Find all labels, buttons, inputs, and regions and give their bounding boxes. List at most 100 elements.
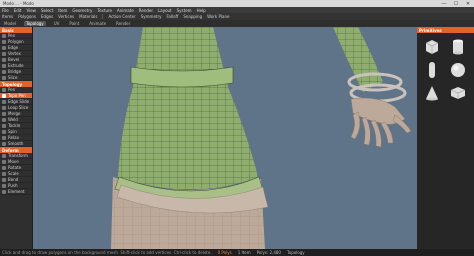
tool-label: Pen — [8, 87, 16, 92]
bevel-icon — [2, 57, 6, 62]
edge-icon — [2, 45, 6, 50]
tool-label: Smooth — [8, 141, 24, 146]
primitives-panel: Primitives — [417, 27, 474, 249]
menu-geometry[interactable]: Geometry — [72, 8, 92, 13]
menu-view[interactable]: View — [26, 8, 36, 13]
tool-label: Vertex — [8, 51, 21, 56]
cone-icon[interactable] — [421, 82, 443, 103]
menu-edit[interactable]: Edit — [14, 8, 22, 13]
tool-label: Push — [8, 183, 18, 188]
mode-indicator: Topology — [286, 250, 305, 255]
close-button[interactable]: ✕ — [462, 1, 474, 7]
weld-icon — [2, 117, 6, 122]
layout-tabs: Model Topology UV Paint Animate Render — [0, 20, 474, 27]
tool-label: Topo Pen — [8, 93, 26, 98]
tool-label: Polygon — [8, 39, 24, 44]
cube-icon[interactable] — [421, 36, 443, 57]
items-mode-button[interactable]: Items — [2, 14, 13, 19]
sphere-icon[interactable] — [447, 59, 469, 80]
tool-label: Rotate — [8, 165, 22, 170]
scale-icon — [2, 171, 6, 176]
menu-item[interactable]: Item — [58, 8, 67, 13]
window-title: Modo ... - Modo — [3, 1, 34, 6]
edge-slide-icon — [2, 99, 6, 104]
pen-icon — [2, 33, 6, 38]
snapping-button[interactable]: Snapping — [183, 14, 202, 19]
topo-pen-icon — [2, 93, 6, 98]
menu-select[interactable]: Select — [41, 8, 53, 13]
tool-label: Scale — [8, 171, 19, 176]
menu-file[interactable]: File — [2, 8, 9, 13]
3d-viewport[interactable] — [33, 27, 417, 249]
tool-label: Bridge — [8, 69, 22, 74]
rotate-icon — [2, 165, 6, 170]
tool-label: Loop Slice — [8, 105, 29, 110]
status-bar: Click and drag to draw polygons on the b… — [0, 249, 474, 256]
falloff-button[interactable]: Falloff — [167, 14, 179, 19]
tab-uv[interactable]: UV — [52, 21, 62, 26]
bend-icon — [2, 177, 6, 182]
arm-mesh[interactable] — [333, 27, 407, 103]
merge-icon — [2, 111, 6, 116]
tab-topology[interactable]: Topology — [24, 21, 46, 26]
slice-icon — [2, 75, 6, 80]
tab-paint[interactable]: Paint — [67, 21, 81, 26]
tool-label: Weld — [8, 117, 18, 122]
menu-texture[interactable]: Texture — [97, 8, 112, 13]
mesh-scene[interactable] — [33, 27, 417, 249]
tool-label: Slice — [8, 75, 18, 80]
tool-label: Transform — [8, 153, 28, 158]
smooth-icon — [2, 141, 6, 146]
item-count: 1 Item — [237, 250, 251, 255]
primitive-grid — [417, 33, 474, 106]
tool-label: Element — [8, 189, 25, 194]
menu-render[interactable]: Render — [139, 8, 153, 13]
toolbar-divider — [102, 14, 104, 19]
tool-label: Spin — [8, 129, 17, 134]
polygons-mode-button[interactable]: Polygons — [18, 14, 36, 19]
selection-toolbar: Items Polygons Edges Vertices Materials … — [0, 13, 474, 20]
tool-label: Relax — [8, 135, 19, 140]
status-hint: Click and drag to draw polygons on the b… — [2, 250, 212, 255]
work-plane-button[interactable]: Work Plane — [207, 14, 229, 19]
tool-label: Move — [8, 159, 19, 164]
box-icon[interactable] — [447, 82, 469, 103]
tool-label: Merge — [8, 111, 21, 116]
push-icon — [2, 183, 6, 188]
tackle-icon — [2, 123, 6, 128]
poly-count: Polys: 2,480 — [256, 250, 281, 255]
spin-icon — [2, 129, 6, 134]
cylinder-icon[interactable] — [447, 36, 469, 57]
tool-label: Extrude — [8, 63, 24, 68]
tool-label: Edge Slide — [8, 99, 30, 104]
menu-layout[interactable]: Layout — [158, 8, 172, 13]
polygon-icon — [2, 39, 6, 44]
edges-mode-button[interactable]: Edges — [41, 14, 53, 19]
menu-system[interactable]: System — [177, 8, 192, 13]
pen-icon — [2, 87, 6, 92]
tab-render[interactable]: Render — [114, 21, 132, 26]
tab-animate[interactable]: Animate — [87, 21, 108, 26]
tab-model[interactable]: Model — [2, 21, 18, 26]
menu-help[interactable]: Help — [197, 8, 206, 13]
capsule-icon[interactable] — [421, 59, 443, 80]
minimize-button[interactable]: — — [438, 1, 450, 7]
title-bar: Modo ... - Modo — ☐ ✕ — [0, 0, 474, 7]
loop-slice-icon — [2, 105, 6, 110]
maximize-button[interactable]: ☐ — [450, 1, 462, 7]
hand-mesh[interactable] — [350, 97, 412, 148]
symmetry-button[interactable]: Symmetry — [141, 14, 162, 19]
tool-label: Tackle — [8, 123, 21, 128]
tool-label: Edge — [8, 45, 19, 50]
sleeve-mesh[interactable] — [118, 27, 258, 190]
relax-icon — [2, 135, 6, 140]
tool-label: Bend — [8, 177, 19, 182]
menu-animate[interactable]: Animate — [117, 8, 134, 13]
materials-mode-button[interactable]: Materials — [79, 14, 97, 19]
tool-element[interactable]: Element — [0, 189, 32, 195]
element-icon — [2, 189, 6, 194]
vertex-icon — [2, 51, 6, 56]
vertices-mode-button[interactable]: Vertices — [58, 14, 74, 19]
action-center-button[interactable]: Action Center — [108, 14, 135, 19]
transform-icon — [2, 153, 6, 158]
